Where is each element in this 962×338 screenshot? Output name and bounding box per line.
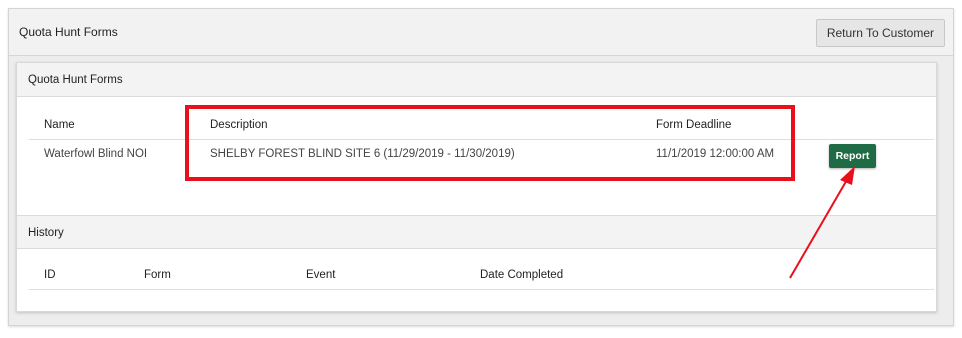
- column-header-description: Description: [210, 119, 268, 131]
- column-header-name: Name: [44, 119, 75, 131]
- column-header-form-deadline: Form Deadline: [656, 119, 732, 131]
- section-title: Quota Hunt Forms: [28, 74, 123, 86]
- quota-hunt-forms-section-header: Quota Hunt Forms: [17, 63, 936, 97]
- history-divider: [29, 289, 934, 290]
- row-form-deadline: 11/1/2019 12:00:00 AM: [656, 148, 775, 160]
- top-strip: [0, 0, 962, 8]
- panel-header: Quota Hunt Forms Return To Customer: [9, 9, 953, 56]
- header-divider: [29, 139, 934, 140]
- row-description: SHELBY FOREST BLIND SITE 6 (11/29/2019 -…: [210, 148, 515, 160]
- report-button[interactable]: Report: [829, 144, 876, 168]
- history-section-header: History: [17, 215, 936, 249]
- history-column-form: Form: [144, 269, 171, 281]
- return-to-customer-button[interactable]: Return To Customer: [815, 19, 945, 47]
- history-title: History: [28, 227, 64, 239]
- page-title: Quota Hunt Forms: [19, 25, 118, 39]
- history-column-event: Event: [306, 269, 336, 281]
- history-column-id: ID: [44, 269, 56, 281]
- quota-hunt-forms-card: Quota Hunt Forms Name Description Form D…: [16, 62, 937, 312]
- history-column-date-completed: Date Completed: [480, 269, 564, 281]
- row-name: Waterfowl Blind NOI: [44, 148, 148, 160]
